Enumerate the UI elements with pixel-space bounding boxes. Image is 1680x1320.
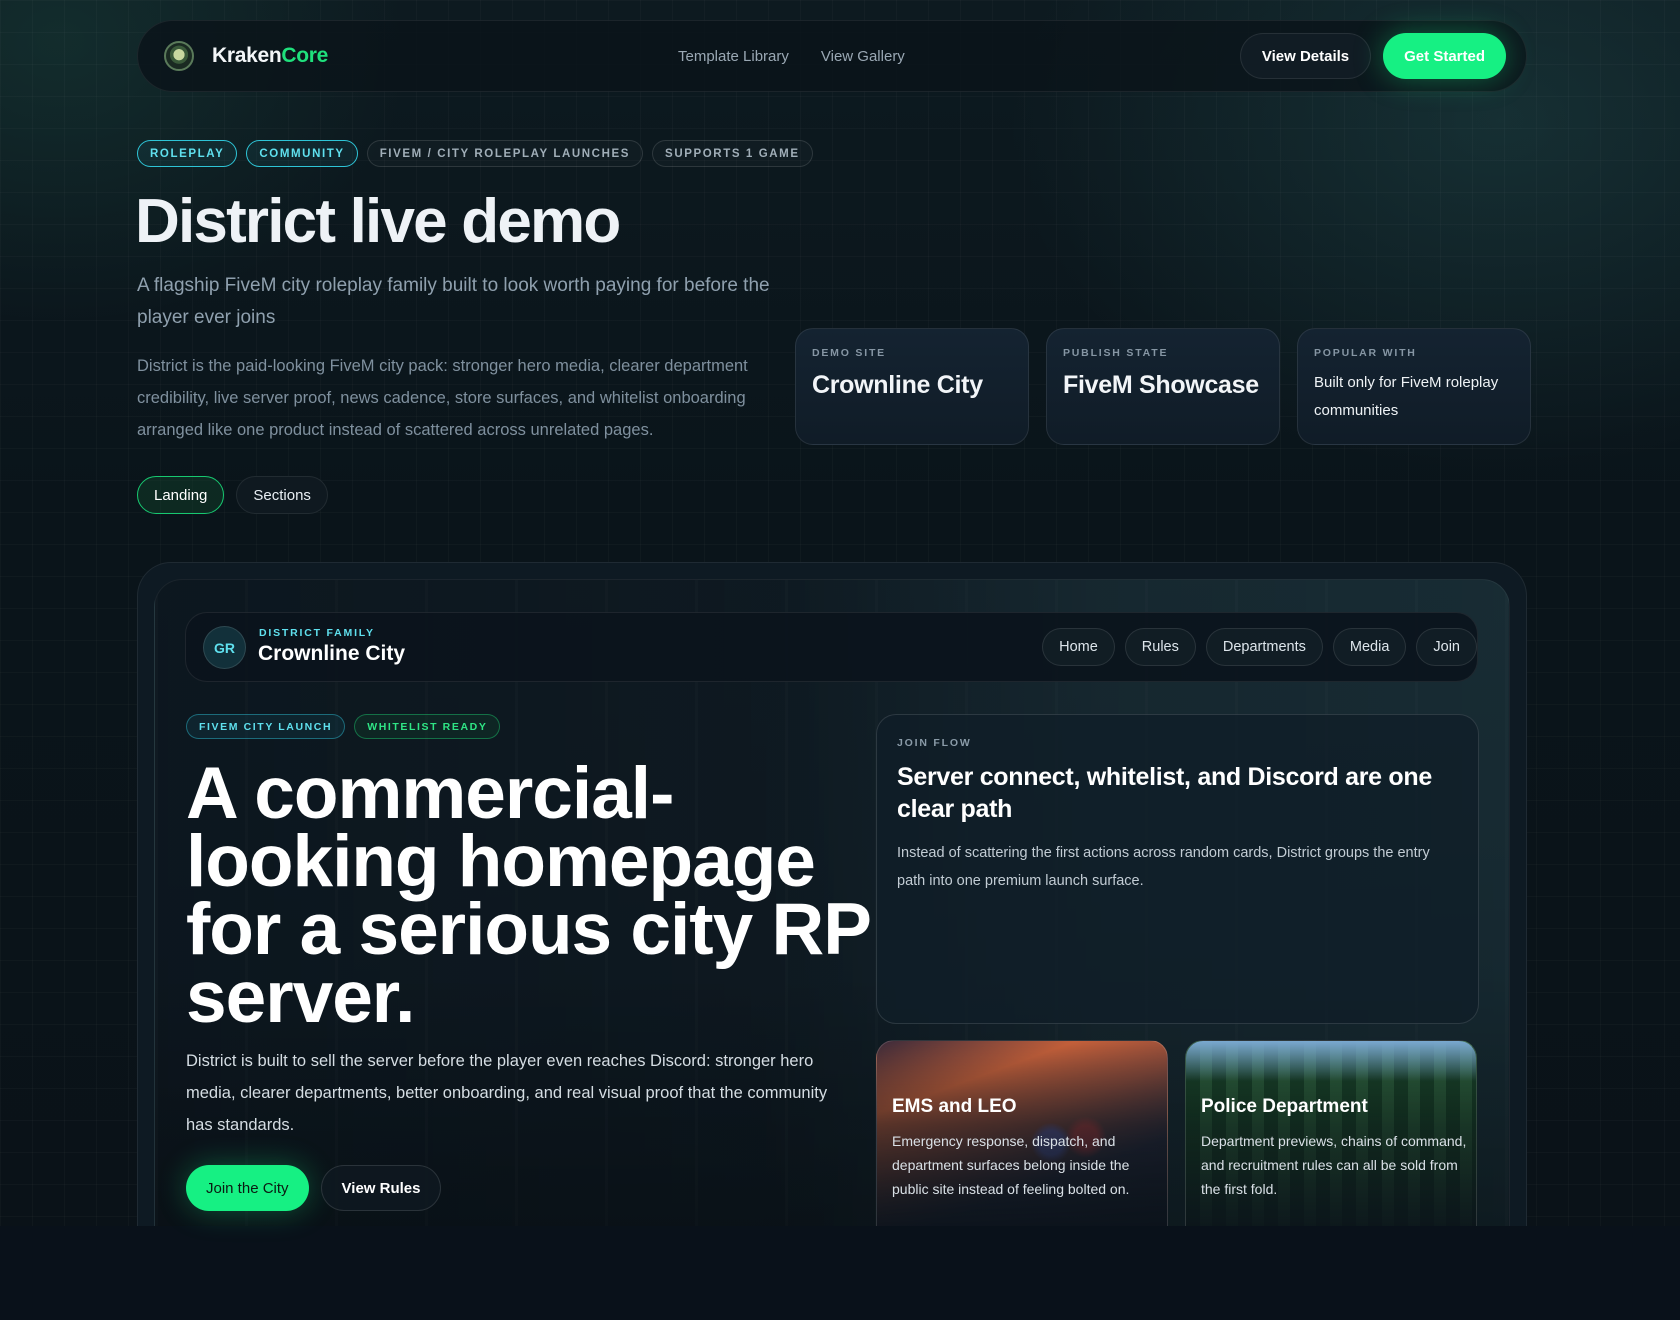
brand[interactable]: KrakenCore: [164, 41, 328, 71]
hero-description: District is the paid-looking FiveM city …: [137, 357, 748, 439]
category-badges: ROLEPLAY COMMUNITY FIVEM / CITY ROLEPLAY…: [137, 140, 813, 167]
view-tabs: Landing Sections: [137, 476, 328, 514]
stat-value: Crownline City: [812, 371, 983, 399]
police-department-card[interactable]: Police Department Department previews, c…: [1185, 1040, 1477, 1226]
demo-nav-join[interactable]: Join: [1416, 628, 1477, 666]
hero-subtitle: A flagship FiveM city roleplay family bu…: [137, 275, 770, 328]
badge-fivem-city-launch: FIVEM CITY LAUNCH: [186, 714, 346, 739]
stat-demo-site: DEMO SITE Crownline City: [795, 328, 1029, 445]
demo-badges: FIVEM CITY LAUNCH WHITELIST READY: [186, 714, 501, 739]
stat-label: POPULAR WITH: [1314, 347, 1417, 359]
card-title: EMS and LEO: [892, 1096, 1017, 1117]
join-flow-title: Server connect, whitelist, and Discord a…: [897, 763, 1432, 823]
badge-whitelist-ready: WHITELIST READY: [354, 714, 501, 739]
nav-link-view-gallery[interactable]: View Gallery: [821, 48, 905, 65]
tab-landing[interactable]: Landing: [137, 476, 225, 514]
join-city-button[interactable]: Join the City: [186, 1165, 309, 1211]
brand-name-primary: Kraken: [212, 44, 282, 67]
nav-link-template-library[interactable]: Template Library: [678, 48, 789, 65]
stat-value: Built only for FiveM roleplay communitie…: [1314, 374, 1499, 419]
card-description: Emergency response, dispatch, and depart…: [892, 1133, 1130, 1197]
nav-links: Template Library View Gallery: [678, 48, 905, 65]
demo-nav-departments[interactable]: Departments: [1205, 628, 1323, 666]
nav-actions: View Details Get Started: [1239, 33, 1506, 79]
page-title: District live demo: [135, 187, 621, 256]
join-flow-label: JOIN FLOW: [897, 737, 972, 749]
badge-roleplay[interactable]: ROLEPLAY: [137, 140, 238, 167]
demo-hero-description: District is built to sell the server bef…: [186, 1052, 828, 1134]
page-footer-shade: [0, 1226, 1680, 1320]
view-details-button[interactable]: View Details: [1239, 33, 1372, 79]
card-description: Department previews, chains of command, …: [1201, 1133, 1467, 1197]
join-flow-description: Instead of scattering the first actions …: [897, 845, 1430, 889]
badge-supports-game: SUPPORTS 1 GAME: [652, 140, 813, 167]
tab-sections[interactable]: Sections: [236, 476, 328, 514]
stat-label: DEMO SITE: [812, 347, 886, 359]
badge-community[interactable]: COMMUNITY: [246, 140, 358, 167]
demo-nav-media[interactable]: Media: [1332, 628, 1407, 666]
badge-fivem-launches: FIVEM / CITY ROLEPLAY LAUNCHES: [366, 140, 644, 167]
kraken-logo-icon: [164, 41, 194, 71]
stat-popular-with: POPULAR WITH Built only for FiveM rolepl…: [1297, 328, 1531, 445]
stat-label: PUBLISH STATE: [1063, 347, 1169, 359]
stat-cards: DEMO SITE Crownline City PUBLISH STATE F…: [795, 328, 1531, 445]
demo-nav-home[interactable]: Home: [1042, 628, 1115, 666]
join-flow-card: JOIN FLOW Server connect, whitelist, and…: [876, 714, 1479, 1024]
district-family-label: DISTRICT FAMILY: [259, 627, 375, 639]
brand-name: KrakenCore: [212, 44, 328, 68]
avatar[interactable]: GR: [203, 626, 246, 669]
view-rules-button[interactable]: View Rules: [320, 1165, 442, 1211]
demo-nav-links: Home Rules Departments Media Join: [1042, 628, 1477, 666]
top-nav: KrakenCore Template Library View Gallery…: [137, 20, 1527, 92]
card-title: Police Department: [1201, 1096, 1368, 1117]
brand-name-accent: Core: [281, 44, 329, 67]
demo-nav-rules[interactable]: Rules: [1124, 628, 1196, 666]
get-started-button[interactable]: Get Started: [1383, 33, 1506, 79]
stat-value: FiveM Showcase: [1063, 371, 1259, 399]
stat-publish-state: PUBLISH STATE FiveM Showcase: [1046, 328, 1280, 445]
ems-leo-card[interactable]: EMS and LEO Emergency response, dispatch…: [876, 1040, 1168, 1226]
demo-hero-title: A commercial-looking homepage for a seri…: [186, 753, 871, 1038]
demo-actions: Join the City View Rules: [186, 1165, 442, 1211]
demo-city-name[interactable]: Crownline City: [258, 642, 405, 666]
